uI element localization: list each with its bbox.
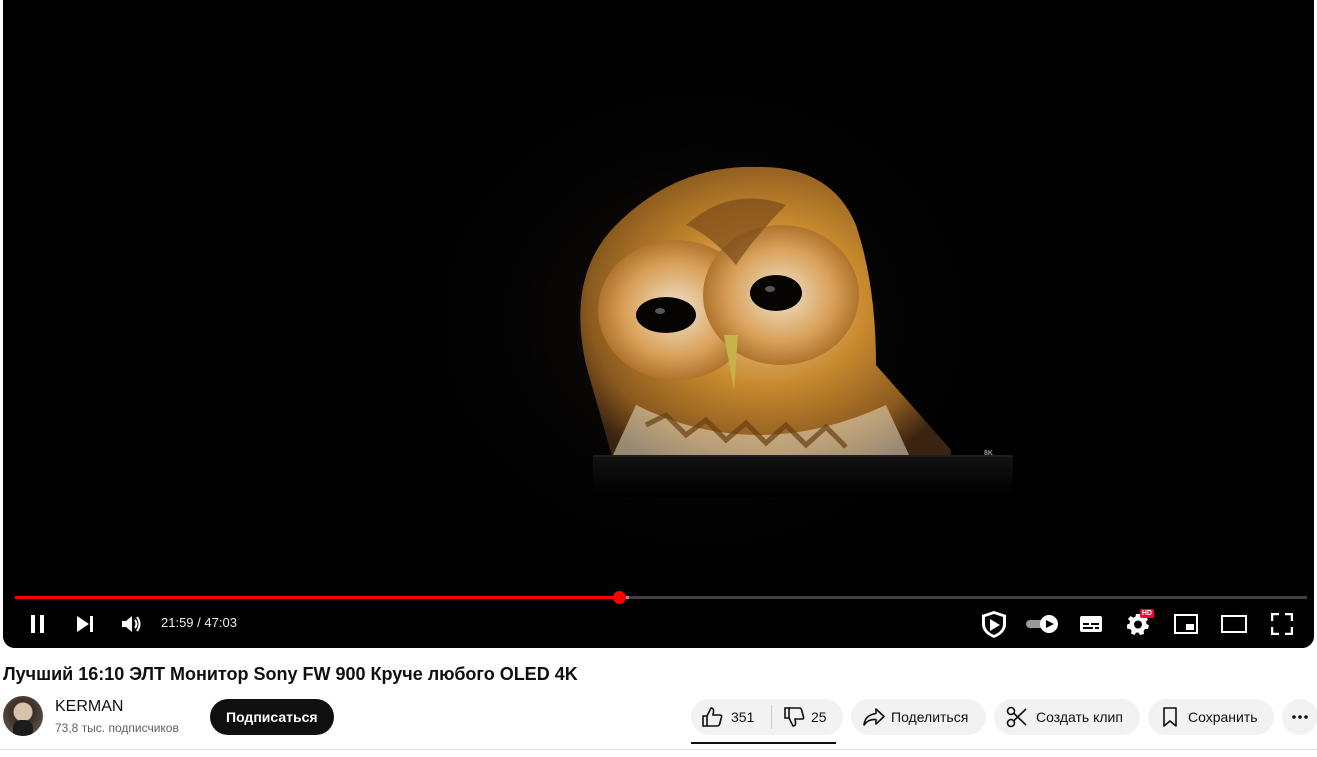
- channel-avatar[interactable]: [3, 696, 43, 736]
- time-total: 47:03: [204, 615, 237, 630]
- share-button[interactable]: Поделиться: [851, 699, 986, 735]
- hd-badge: HD: [1139, 609, 1154, 618]
- next-button[interactable]: [65, 604, 105, 644]
- shield-play-button[interactable]: [974, 604, 1014, 644]
- create-clip-button[interactable]: Создать клип: [994, 699, 1140, 735]
- time-current: 21:59: [161, 615, 194, 630]
- subtitles-button[interactable]: [1071, 604, 1111, 644]
- create-clip-label: Создать клип: [1036, 709, 1123, 725]
- progress-scrubber[interactable]: [613, 591, 626, 604]
- share-icon: [863, 707, 885, 727]
- fullscreen-icon: [1271, 613, 1293, 635]
- dislike-button[interactable]: 25: [772, 699, 827, 735]
- progress-bar[interactable]: [15, 591, 1307, 604]
- time-separator: /: [193, 615, 205, 630]
- pause-button[interactable]: [18, 604, 58, 644]
- miniplayer-button[interactable]: [1166, 604, 1206, 644]
- subtitles-icon: [1080, 616, 1102, 632]
- like-dislike-group: 351 25: [691, 699, 843, 735]
- thumbs-up-icon: [701, 706, 723, 728]
- bookmark-icon: [1162, 706, 1178, 728]
- video-title: Лучший 16:10 ЭЛТ Монитор Sony FW 900 Кру…: [3, 664, 578, 684]
- player-controls: 21:59 / 47:03 HD: [3, 604, 1314, 644]
- subscriber-count: 73,8 тыс. подписчиков: [55, 721, 179, 735]
- progress-played: [15, 596, 619, 599]
- subscribe-button[interactable]: Подписаться: [210, 699, 334, 735]
- section-divider: [0, 749, 1317, 750]
- like-button[interactable]: 351: [691, 699, 771, 735]
- shield-play-icon: [982, 611, 1006, 638]
- scissors-icon: [1006, 706, 1028, 728]
- theater-mode-icon: [1221, 615, 1247, 633]
- share-label: Поделиться: [891, 709, 969, 725]
- like-ratio-bar: [691, 742, 836, 744]
- dislike-count: 25: [811, 709, 827, 725]
- autoplay-toggle[interactable]: [1021, 604, 1065, 644]
- autoplay-toggle-icon: [1026, 615, 1058, 633]
- miniplayer-icon: [1174, 614, 1198, 634]
- save-button[interactable]: Сохранить: [1148, 699, 1274, 735]
- volume-button[interactable]: [112, 604, 152, 644]
- thumbs-down-icon: [783, 706, 805, 728]
- like-count: 351: [731, 709, 755, 725]
- theater-mode-button[interactable]: [1214, 604, 1254, 644]
- monitor-bezel: [593, 455, 1013, 497]
- pause-icon: [31, 615, 44, 633]
- time-display: 21:59 / 47:03: [161, 615, 237, 630]
- settings-button[interactable]: HD: [1118, 604, 1158, 644]
- save-label: Сохранить: [1188, 709, 1258, 725]
- monitor-brand: 8K: [984, 450, 993, 457]
- volume-icon: [122, 616, 141, 632]
- next-icon: [77, 616, 93, 632]
- owl-image: [580, 166, 951, 470]
- video-player[interactable]: 8K 21:59 / 47:03 HD: [3, 0, 1314, 648]
- more-horizontal-icon: [1291, 714, 1309, 720]
- channel-name[interactable]: KERMAN: [55, 698, 123, 716]
- more-actions-button[interactable]: [1282, 699, 1317, 735]
- fullscreen-button[interactable]: [1262, 604, 1302, 644]
